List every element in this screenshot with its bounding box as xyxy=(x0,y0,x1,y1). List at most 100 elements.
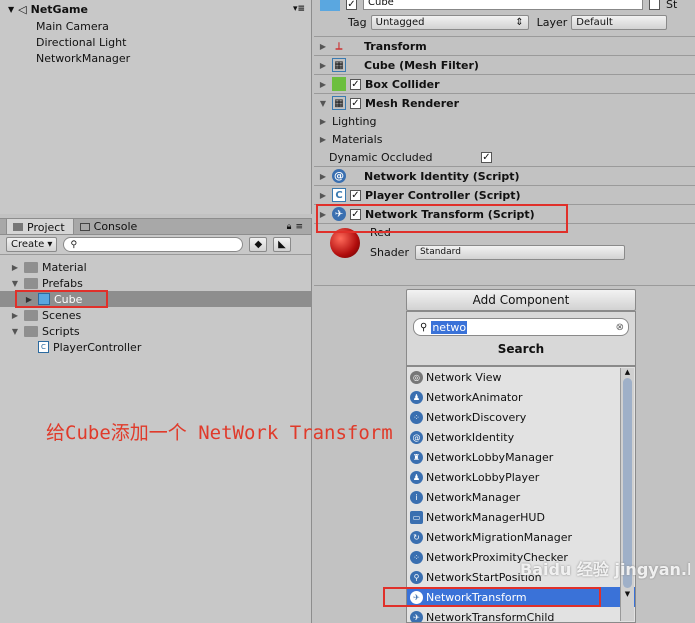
network-lobby-manager-icon: ♜ xyxy=(410,450,423,464)
list-item[interactable]: ♜ NetworkLobbyManager xyxy=(407,447,635,467)
network-transform-child-icon: ✈ xyxy=(410,610,423,622)
list-item[interactable]: @ NetworkIdentity xyxy=(407,427,635,447)
scrollbar-down-icon[interactable]: ▼ xyxy=(621,590,634,598)
collapsed-arrow-icon[interactable]: ▶ xyxy=(318,61,328,70)
hierarchy-item[interactable]: NetworkManager xyxy=(0,50,311,66)
tutorial-annotation: 给Cube添加一个 NetWork Transform xyxy=(46,422,393,444)
list-item[interactable]: ↻ NetworkMigrationManager xyxy=(407,527,635,547)
list-item-label: NetworkLobbyPlayer xyxy=(426,470,540,484)
expanded-arrow-icon[interactable]: ▼ xyxy=(318,99,328,108)
collapsed-arrow-icon[interactable]: ▶ xyxy=(318,42,328,51)
dynamic-occluded-checkbox[interactable]: ✓ xyxy=(481,151,492,163)
clear-search-icon[interactable]: ⊗ xyxy=(616,322,624,333)
component-transform[interactable]: ▶ ⟂ Transform xyxy=(314,36,695,55)
list-item-label: NetworkManagerHUD xyxy=(426,510,545,524)
mesh-renderer-lighting[interactable]: ▶ Lighting xyxy=(314,112,695,130)
expanded-arrow-icon[interactable]: ▼ xyxy=(10,327,20,336)
static-checkbox[interactable] xyxy=(649,0,660,10)
add-component-button[interactable]: Add Component xyxy=(406,289,636,311)
list-item-label: NetworkTransformChild xyxy=(426,610,555,623)
layer-label: Layer xyxy=(536,15,568,29)
enable-checkbox[interactable]: ✓ xyxy=(350,189,361,201)
list-item[interactable]: ◎ Network View xyxy=(407,367,635,387)
hierarchy-item[interactable]: Main Camera xyxy=(0,18,311,34)
collapsed-arrow-icon[interactable]: ▶ xyxy=(10,263,20,272)
component-network-identity[interactable]: ▶ @ Network Identity (Script) xyxy=(314,166,695,185)
network-migration-manager-icon: ↻ xyxy=(410,530,423,544)
scrollbar-up-icon[interactable]: ▲ xyxy=(621,368,634,376)
project-search-input[interactable]: ⚲ xyxy=(63,237,244,252)
shader-value: Standard xyxy=(419,247,461,257)
cube-icon xyxy=(320,0,340,11)
scene-header[interactable]: ▼ ◁ NetGame ▾≡ xyxy=(0,0,311,18)
expanded-arrow-icon[interactable]: ▼ xyxy=(10,279,20,288)
tag-dropdown[interactable]: Untagged ⇕ xyxy=(370,14,529,30)
network-proximity-checker-icon: ⁘ xyxy=(410,550,423,564)
collapsed-arrow-icon[interactable]: ▶ xyxy=(318,172,328,181)
component-search-input[interactable]: ⚲ netwo ⊗ xyxy=(413,318,629,336)
component-player-controller[interactable]: ▶ C ✓ Player Controller (Script) xyxy=(314,185,695,204)
list-item-label: NetworkAnimator xyxy=(426,390,523,404)
expand-icon[interactable]: ▼ xyxy=(8,5,14,14)
list-item[interactable]: i NetworkManager xyxy=(407,487,635,507)
scene-menu-icon[interactable]: ▾≡ xyxy=(293,4,305,14)
static-label: St xyxy=(666,0,678,11)
search-icon: ⚲ xyxy=(70,239,78,250)
lock-icon[interactable]: 🔒︎ xyxy=(287,222,292,232)
tree-item-material[interactable]: ▶ Material xyxy=(0,259,311,275)
search-header: ⚲ netwo ⊗ Search xyxy=(406,311,636,366)
layer-dropdown[interactable]: Default xyxy=(571,14,668,30)
folder-icon xyxy=(24,309,38,321)
tab-project[interactable]: Project xyxy=(6,218,74,234)
component-title: Cube (Mesh Filter) xyxy=(364,58,479,72)
list-item-label: NetworkManager xyxy=(426,490,521,504)
network-animator-icon: ♟ xyxy=(410,390,423,404)
tab-console[interactable]: Console xyxy=(74,218,146,234)
inspector-panel: ✓ Cube St Tag Untagged ⇕ Layer Default ▶ … xyxy=(314,0,695,285)
search-icon: ⚲ xyxy=(420,321,428,333)
tree-item-scenes[interactable]: ▶ Scenes xyxy=(0,307,311,323)
mesh-renderer-icon: ▦ xyxy=(332,96,346,110)
component-mesh-filter[interactable]: ▶ ▦ Cube (Mesh Filter) xyxy=(314,55,695,74)
list-item[interactable]: ⁘ NetworkDiscovery xyxy=(407,407,635,427)
list-item[interactable]: ♟ NetworkLobbyPlayer xyxy=(407,467,635,487)
tree-item-playercontroller[interactable]: C PlayerController xyxy=(0,339,311,355)
panel-menu-icon[interactable]: ≡ xyxy=(295,222,303,232)
list-item[interactable]: ▭ NetworkManagerHUD xyxy=(407,507,635,527)
filter-type-icon[interactable]: ◆ xyxy=(249,237,268,252)
create-button[interactable]: Create ▾ xyxy=(6,237,58,252)
tree-item-prefabs[interactable]: ▼ Prefabs xyxy=(0,275,311,291)
results-scrollbar[interactable]: ▲ ▼ xyxy=(620,368,634,621)
enable-checkbox[interactable]: ✓ xyxy=(350,78,361,90)
component-title: Player Controller (Script) xyxy=(365,188,521,202)
enable-checkbox[interactable]: ✓ xyxy=(350,97,361,109)
network-lobby-player-icon: ♟ xyxy=(410,470,423,484)
active-checkbox[interactable]: ✓ xyxy=(346,0,357,10)
collapsed-arrow-icon[interactable]: ▶ xyxy=(318,117,328,126)
collapsed-arrow-icon[interactable]: ▶ xyxy=(318,135,328,144)
component-box-collider[interactable]: ▶ ✓ Box Collider xyxy=(314,74,695,93)
tag-label: Tag xyxy=(348,15,367,29)
collapsed-arrow-icon[interactable]: ▶ xyxy=(318,191,328,200)
console-icon xyxy=(79,222,90,231)
list-item[interactable]: ✈ NetworkTransformChild xyxy=(407,607,635,623)
tree-item-scripts[interactable]: ▼ Scripts xyxy=(0,323,311,339)
network-discovery-icon: ⁘ xyxy=(410,410,423,424)
shader-dropdown[interactable]: Standard xyxy=(414,244,625,260)
tab-console-label: Console xyxy=(93,220,138,233)
network-view-icon: ◎ xyxy=(410,370,423,384)
filter-label-icon[interactable]: ◣ xyxy=(273,237,291,252)
collapsed-arrow-icon[interactable]: ▶ xyxy=(10,311,20,320)
mesh-renderer-materials[interactable]: ▶ Materials xyxy=(314,130,695,148)
collapsed-arrow-icon[interactable]: ▶ xyxy=(318,80,328,89)
box-collider-icon xyxy=(332,77,346,91)
mesh-filter-icon: ▦ xyxy=(332,58,346,72)
hierarchy-item[interactable]: Directional Light xyxy=(0,34,311,50)
component-mesh-renderer[interactable]: ▼ ▦ ✓ Mesh Renderer xyxy=(314,93,695,112)
list-item-label: NetworkMigrationManager xyxy=(426,530,573,544)
scene-name: NetGame xyxy=(30,2,88,16)
folder-icon xyxy=(13,223,23,231)
add-component-label: Add Component xyxy=(472,293,570,307)
list-item[interactable]: ♟ NetworkAnimator xyxy=(407,387,635,407)
object-name-field[interactable]: Cube xyxy=(363,0,643,10)
